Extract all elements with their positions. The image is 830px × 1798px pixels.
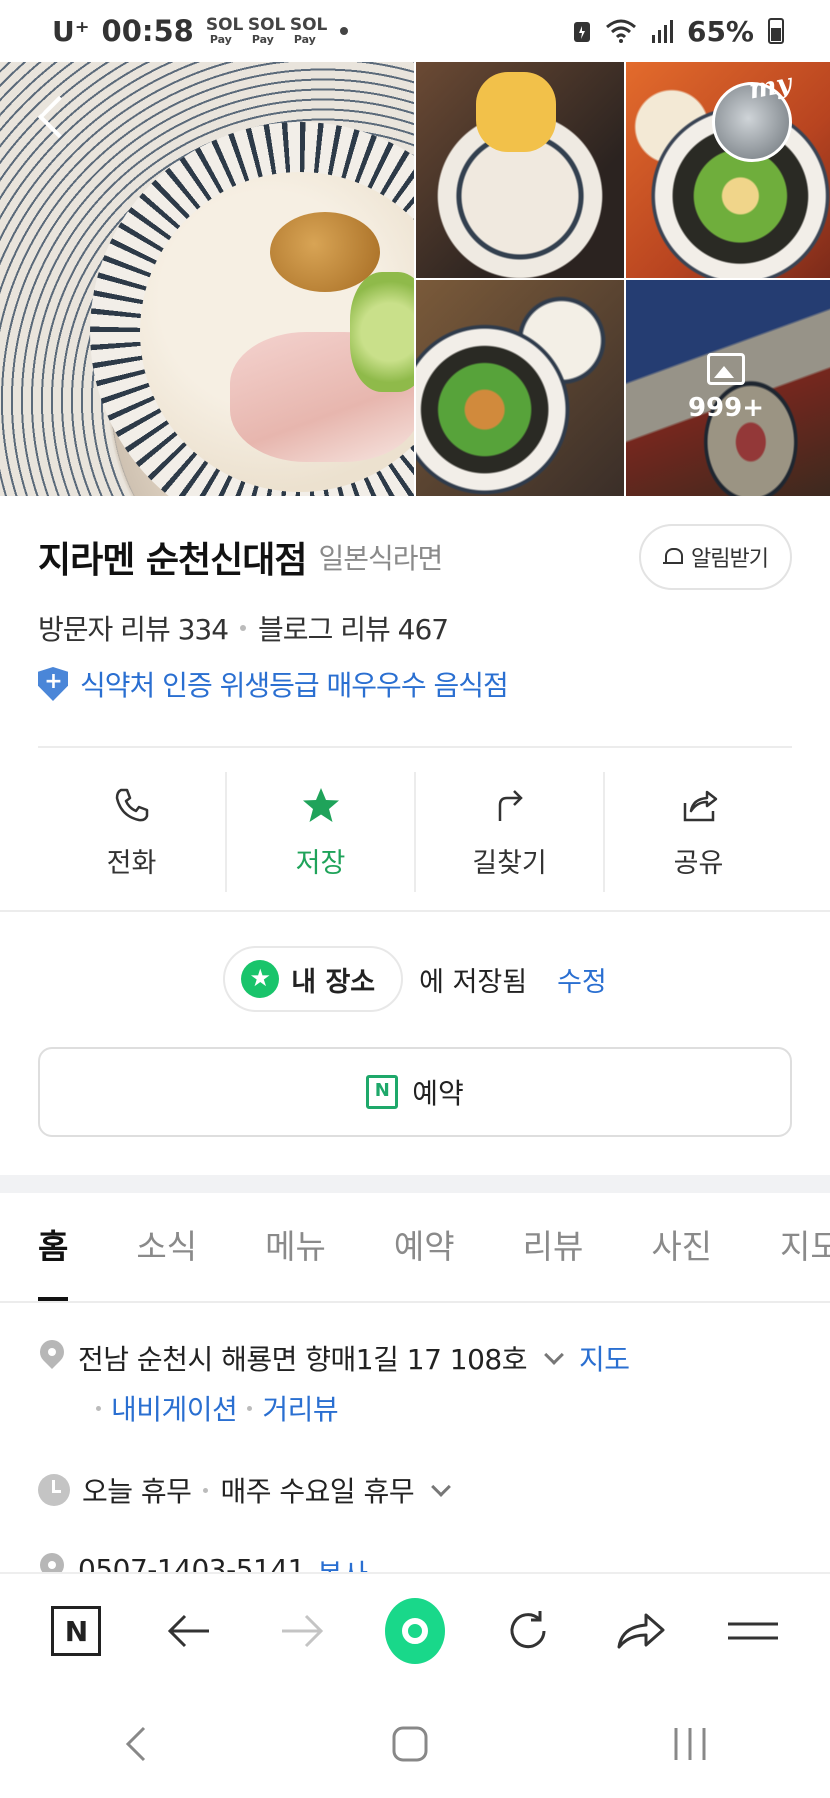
share-icon bbox=[683, 790, 717, 821]
nav-home-icon[interactable] bbox=[390, 1724, 430, 1764]
menu-button[interactable] bbox=[723, 1601, 783, 1661]
arrow-right-icon bbox=[282, 1614, 324, 1648]
call-label: 전화 bbox=[106, 847, 157, 879]
battery-saver-icon bbox=[573, 22, 590, 42]
street-view-link[interactable]: 거리뷰 bbox=[262, 1388, 338, 1428]
place-category: 일본식라면 bbox=[318, 542, 444, 575]
save-button[interactable]: 저장 bbox=[227, 772, 416, 892]
reserve-label: 예약 bbox=[412, 1077, 464, 1110]
my-places-chip[interactable]: 내 장소 bbox=[223, 946, 404, 1012]
status-bar: U⁺ 00:58 SOL Pay SOL Pay SOL Pay 65% bbox=[0, 0, 830, 62]
tab-reviews[interactable]: 리뷰 bbox=[523, 1193, 584, 1301]
signal-icon bbox=[651, 20, 673, 43]
call-button[interactable]: 전화 bbox=[38, 772, 227, 892]
clock-icon bbox=[38, 1474, 70, 1506]
tab-home[interactable]: 홈 bbox=[38, 1193, 69, 1301]
tab-bar: 홈 소식 메뉴 예약 리뷰 사진 지도 bbox=[0, 1193, 830, 1303]
visitor-reviews-link[interactable]: 방문자 리뷰 334 bbox=[38, 608, 229, 648]
chevron-down-icon[interactable] bbox=[431, 1477, 451, 1497]
navigation-link[interactable]: 내비게이션 bbox=[111, 1388, 238, 1428]
saved-status: 내 장소 에 저장됨 수정 bbox=[0, 946, 830, 1012]
carrier-label: U⁺ bbox=[52, 14, 90, 48]
directions-label: 길찾기 bbox=[472, 847, 547, 879]
photo-thumbnail[interactable] bbox=[416, 280, 624, 496]
alarm-button[interactable]: 알림받기 bbox=[639, 524, 792, 590]
sol-pay-icon: SOL Pay bbox=[205, 15, 244, 46]
saved-text: 에 저장됨 bbox=[419, 966, 528, 998]
share-arrow-icon bbox=[617, 1613, 665, 1649]
place-name: 지라멘 순천신대점 bbox=[38, 540, 307, 581]
naver-home-button[interactable]: N bbox=[46, 1601, 106, 1661]
separator-dot bbox=[203, 1487, 209, 1493]
location-pin-icon bbox=[38, 1340, 66, 1376]
blog-reviews-link[interactable]: 블로그 리뷰 467 bbox=[258, 608, 449, 648]
hygiene-certification[interactable]: 식약처 인증 위생등급 매우우수 음식점 bbox=[38, 664, 792, 704]
notification-dot-icon bbox=[339, 27, 348, 35]
map-link[interactable]: 지도 bbox=[579, 1338, 630, 1378]
browser-toolbar: N bbox=[0, 1572, 830, 1688]
more-photos-count: 999+ bbox=[687, 393, 765, 423]
back-nav-button[interactable] bbox=[159, 1601, 219, 1661]
sol-pay-icon: SOL Pay bbox=[289, 15, 328, 46]
nav-recents-icon[interactable] bbox=[670, 1724, 710, 1764]
wifi-icon bbox=[605, 19, 636, 43]
reserve-button[interactable]: N 예약 bbox=[38, 1047, 792, 1137]
tab-map[interactable]: 지도 bbox=[780, 1193, 830, 1301]
tab-reservation[interactable]: 예약 bbox=[394, 1193, 455, 1301]
green-dot-icon bbox=[384, 1598, 445, 1664]
alarm-label: 알림받기 bbox=[691, 547, 769, 572]
save-label: 저장 bbox=[295, 847, 346, 879]
forward-nav-button[interactable] bbox=[272, 1601, 332, 1661]
sol-pay-icon: SOL Pay bbox=[247, 15, 286, 46]
share-button[interactable]: 공유 bbox=[605, 772, 792, 892]
my-places-label: 내 장소 bbox=[291, 966, 376, 998]
arrow-left-icon bbox=[168, 1614, 210, 1648]
separator-dot bbox=[247, 1405, 253, 1411]
tab-photos[interactable]: 사진 bbox=[651, 1193, 712, 1301]
directions-icon bbox=[498, 789, 523, 821]
refresh-button[interactable] bbox=[498, 1601, 558, 1661]
hours-section[interactable]: 오늘 휴무 매주 수요일 휴무 bbox=[38, 1470, 792, 1510]
star-icon bbox=[302, 787, 339, 822]
back-button[interactable] bbox=[34, 90, 74, 150]
separator-dot bbox=[96, 1405, 101, 1411]
naver-calendar-icon: N bbox=[366, 1075, 399, 1109]
tab-menu[interactable]: 메뉴 bbox=[265, 1193, 326, 1301]
section-gap bbox=[0, 1175, 830, 1193]
directions-button[interactable]: 길찾기 bbox=[416, 772, 605, 892]
more-photos-button[interactable]: 999+ bbox=[622, 280, 830, 496]
divider bbox=[0, 910, 830, 912]
certification-label: 식약처 인증 위생등급 매우우수 음식점 bbox=[80, 669, 509, 702]
tab-news[interactable]: 소식 bbox=[136, 1193, 197, 1301]
menu-icon bbox=[728, 1622, 779, 1640]
action-row: 전화 저장 길찾기 공유 bbox=[38, 772, 792, 892]
today-status: 오늘 휴무 bbox=[82, 1475, 192, 1508]
battery-icon bbox=[768, 18, 784, 44]
separator-dot bbox=[240, 625, 247, 631]
shield-icon bbox=[38, 667, 68, 701]
divider bbox=[38, 746, 792, 748]
share-page-button[interactable] bbox=[611, 1601, 671, 1661]
bell-icon bbox=[663, 546, 684, 568]
star-circle-icon bbox=[241, 960, 280, 998]
nav-back-icon[interactable] bbox=[120, 1724, 150, 1764]
address-text: 전남 순천시 해룡면 향매1길 17 108호 bbox=[78, 1343, 528, 1376]
chevron-down-icon[interactable] bbox=[544, 1345, 564, 1365]
green-dot-button[interactable] bbox=[384, 1598, 445, 1664]
system-nav-bar bbox=[0, 1690, 830, 1798]
edit-link[interactable]: 수정 bbox=[557, 960, 607, 999]
address-section: 전남 순천시 해룡면 향매1길 17 108호 지도 내비게이션 거리뷰 bbox=[38, 1338, 792, 1428]
photo-thumbnail[interactable] bbox=[416, 62, 624, 278]
image-icon bbox=[707, 353, 745, 385]
phone-icon bbox=[115, 788, 148, 821]
place-info: 지라멘 순천신대점 일본식라면 알림받기 방문자 리뷰 334 블로그 리뷰 4… bbox=[0, 494, 830, 704]
clock: 00:58 bbox=[101, 14, 194, 48]
weekly-closing: 매주 수요일 휴무 bbox=[220, 1475, 415, 1508]
naver-logo-icon: N bbox=[51, 1606, 102, 1656]
refresh-icon bbox=[510, 1611, 546, 1649]
share-label: 공유 bbox=[673, 847, 724, 879]
battery-percent: 65% bbox=[686, 14, 754, 48]
